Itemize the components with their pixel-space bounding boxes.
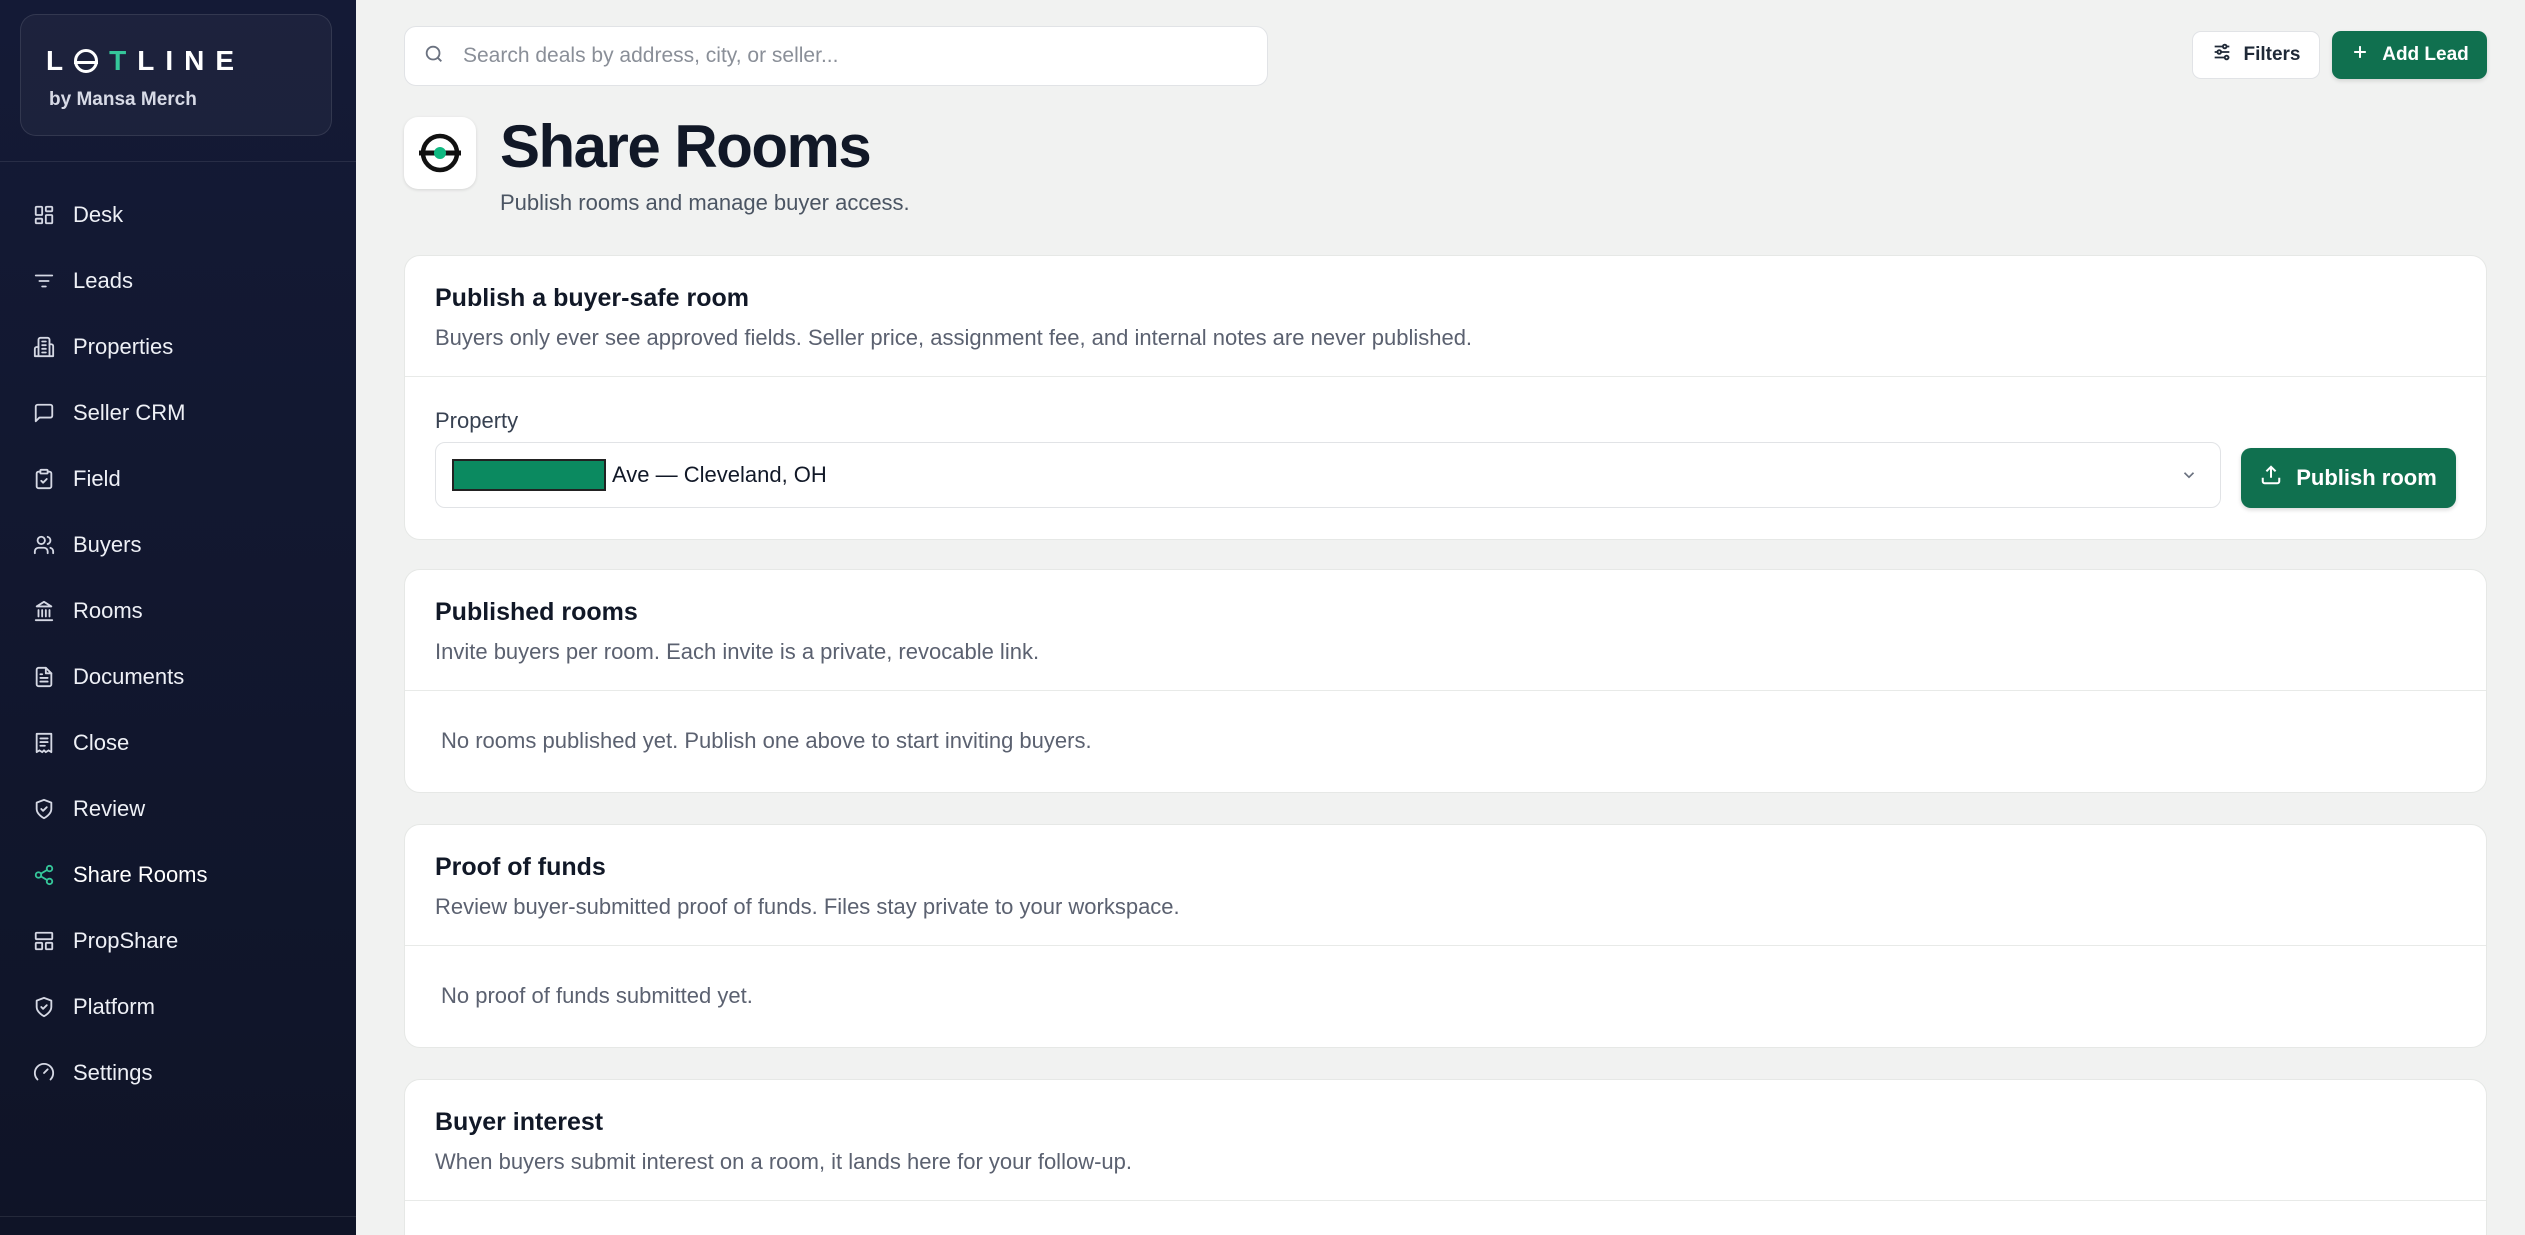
card-divider	[405, 945, 2486, 946]
layout-icon	[33, 930, 55, 952]
page-subtitle: Publish rooms and manage buyer access.	[500, 190, 910, 215]
card-divider	[405, 690, 2486, 691]
property-select[interactable]: Ave — Cleveland, OH	[435, 442, 2221, 508]
sidebar-item-settings[interactable]: Settings	[0, 1040, 356, 1106]
logo-letter-t: T	[109, 45, 138, 76]
card-title: Published rooms	[435, 598, 638, 626]
message-icon	[33, 402, 55, 424]
proof-of-funds-card: Proof of funds Review buyer-submitted pr…	[404, 824, 2487, 1048]
card-divider	[405, 1200, 2486, 1201]
add-lead-button[interactable]: Add Lead	[2332, 31, 2487, 79]
sidebar-item-properties[interactable]: Properties	[0, 314, 356, 380]
card-title: Buyer interest	[435, 1108, 604, 1136]
file-icon	[33, 666, 55, 688]
search-icon	[423, 43, 445, 70]
building-icon	[33, 336, 55, 358]
logo-target-icon	[74, 49, 99, 73]
sidebar-item-share-rooms[interactable]: Share Rooms	[0, 842, 356, 908]
card-title: Proof of funds	[435, 853, 606, 881]
plus-icon	[2350, 42, 2382, 68]
chevron-down-icon	[2183, 472, 2195, 479]
sidebar-bottom-divider	[0, 1216, 356, 1217]
sidebar-item-label: Rooms	[73, 598, 143, 623]
card-description: When buyers submit interest on a room, i…	[435, 1149, 1132, 1174]
search-bar[interactable]	[404, 26, 1268, 86]
bank-icon	[33, 600, 55, 622]
sidebar-item-seller-crm[interactable]: Seller CRM	[0, 380, 356, 446]
sidebar-item-desk[interactable]: Desk	[0, 182, 356, 248]
card-description: Review buyer-submitted proof of funds. F…	[435, 894, 1180, 919]
card-title: Publish a buyer-safe room	[435, 284, 749, 312]
brand-block[interactable]: L T LINE by Mansa Merch	[20, 14, 332, 136]
sidebar-item-label: Desk	[73, 202, 124, 227]
sidebar-nav: Desk Leads Properties Seller CRM Field B…	[0, 182, 356, 1106]
sidebar-item-buyers[interactable]: Buyers	[0, 512, 356, 578]
filters-label: Filters	[2243, 44, 2301, 65]
sidebar-item-label: Platform	[73, 994, 155, 1019]
brand-subtitle: by Mansa Merch	[49, 89, 197, 110]
sidebar-item-label: Close	[73, 730, 130, 755]
buyer-interest-card: Buyer interest When buyers submit intere…	[404, 1079, 2487, 1235]
empty-state-text: No proof of funds submitted yet.	[441, 983, 753, 1008]
users-icon	[33, 534, 55, 556]
sidebar-item-review[interactable]: Review	[0, 776, 356, 842]
search-input[interactable]	[463, 44, 1267, 68]
filters-button[interactable]: Filters	[2192, 31, 2320, 79]
gauge-icon	[33, 1062, 55, 1084]
sidebar-item-leads[interactable]: Leads	[0, 248, 356, 314]
property-label: Property	[435, 408, 519, 433]
redacted-address	[452, 459, 606, 491]
sidebar-item-label: Properties	[73, 334, 174, 359]
publish-room-button[interactable]: Publish room	[2241, 448, 2456, 508]
sidebar-item-documents[interactable]: Documents	[0, 644, 356, 710]
sidebar-item-label: Seller CRM	[73, 400, 186, 425]
sidebar-item-rooms[interactable]: Rooms	[0, 578, 356, 644]
published-rooms-card: Published rooms Invite buyers per room. …	[404, 569, 2487, 793]
publish-room-card: Publish a buyer-safe room Buyers only ev…	[404, 255, 2487, 540]
sidebar-item-label: Review	[73, 796, 146, 821]
sidebar-item-platform[interactable]: Platform	[0, 974, 356, 1040]
property-select-value: Ave — Cleveland, OH	[612, 462, 827, 487]
sidebar-item-label: Settings	[73, 1060, 153, 1085]
page-logo-icon	[404, 117, 476, 189]
upload-icon	[2260, 464, 2296, 492]
card-description: Buyers only ever see approved fields. Se…	[435, 325, 1473, 350]
sidebar-item-label: Documents	[73, 664, 185, 689]
sidebar-item-field[interactable]: Field	[0, 446, 356, 512]
card-description: Invite buyers per room. Each invite is a…	[435, 639, 1040, 664]
share-icon	[33, 864, 55, 886]
sidebar-item-label: Share Rooms	[73, 862, 208, 887]
card-divider	[405, 376, 2486, 377]
sliders-icon	[2211, 41, 2243, 69]
filter-lines-icon	[33, 270, 55, 292]
add-lead-label: Add Lead	[2382, 44, 2469, 65]
clipboard-icon	[33, 468, 55, 490]
sidebar-item-close[interactable]: Close	[0, 710, 356, 776]
sidebar-item-label: Field	[73, 466, 121, 491]
sidebar-item-propshare[interactable]: PropShare	[0, 908, 356, 974]
publish-room-label: Publish room	[2296, 465, 2437, 490]
sidebar-divider	[0, 161, 356, 162]
brand-logo: L T LINE	[46, 45, 245, 77]
logo-letters-line: LINE	[137, 45, 245, 76]
receipt-icon	[33, 732, 55, 754]
sidebar-item-label: Leads	[73, 268, 133, 293]
sidebar-item-label: PropShare	[73, 928, 179, 953]
grid-icon	[33, 204, 55, 226]
logo-letter-l: L	[46, 45, 75, 76]
shield-check-icon	[33, 798, 55, 820]
page-title: Share Rooms	[500, 113, 872, 180]
empty-state-text: No rooms published yet. Publish one abov…	[441, 728, 1092, 753]
sidebar: L T LINE by Mansa Merch Desk Leads Propert…	[0, 0, 356, 1235]
sidebar-item-label: Buyers	[73, 532, 142, 557]
shield-check-icon	[33, 996, 55, 1018]
